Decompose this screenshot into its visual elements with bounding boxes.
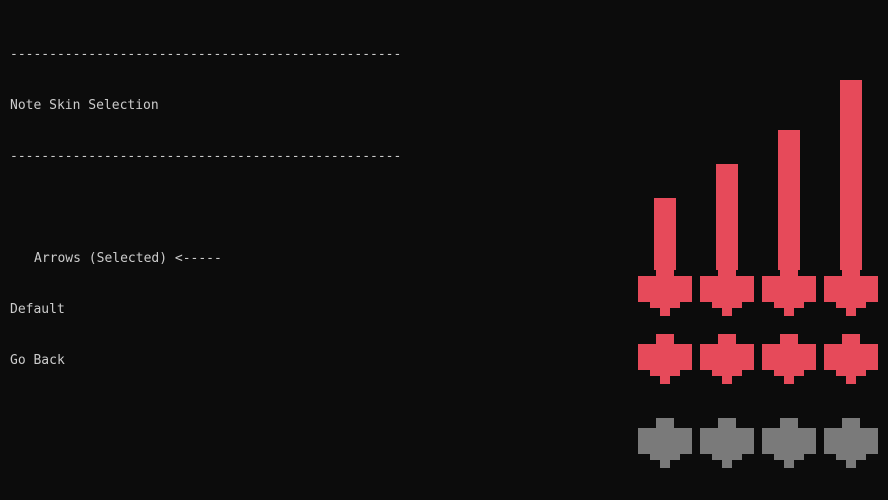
preview-canvas	[638, 80, 878, 468]
menu-item-default[interactable]: Default	[10, 301, 401, 318]
right-arrow-icon	[824, 334, 878, 384]
up-receptor-icon	[762, 418, 816, 468]
note-skin-preview	[638, 0, 888, 500]
down-arrow-hold-icon	[700, 164, 754, 316]
note-skin-menu: ----------------------------------------…	[10, 12, 401, 403]
page-title: Note Skin Selection	[10, 98, 159, 113]
right-arrow-hold-icon	[824, 80, 878, 316]
left-receptor-icon	[638, 418, 692, 468]
menu-item-arrows[interactable]: Arrows (Selected) <-----	[10, 250, 401, 267]
left-arrow-hold-icon	[638, 198, 692, 316]
down-arrow-icon	[700, 334, 754, 384]
console-window: ----------------------------------------…	[0, 0, 888, 500]
up-arrow-icon	[762, 334, 816, 384]
right-receptor-icon	[824, 418, 878, 468]
left-arrow-icon	[638, 334, 692, 384]
up-arrow-hold-icon	[762, 130, 816, 316]
menu-item-go-back[interactable]: Go Back	[10, 352, 401, 369]
down-receptor-icon	[700, 418, 754, 468]
divider-top: ----------------------------------------…	[10, 47, 402, 62]
divider-bottom: ----------------------------------------…	[10, 149, 402, 164]
